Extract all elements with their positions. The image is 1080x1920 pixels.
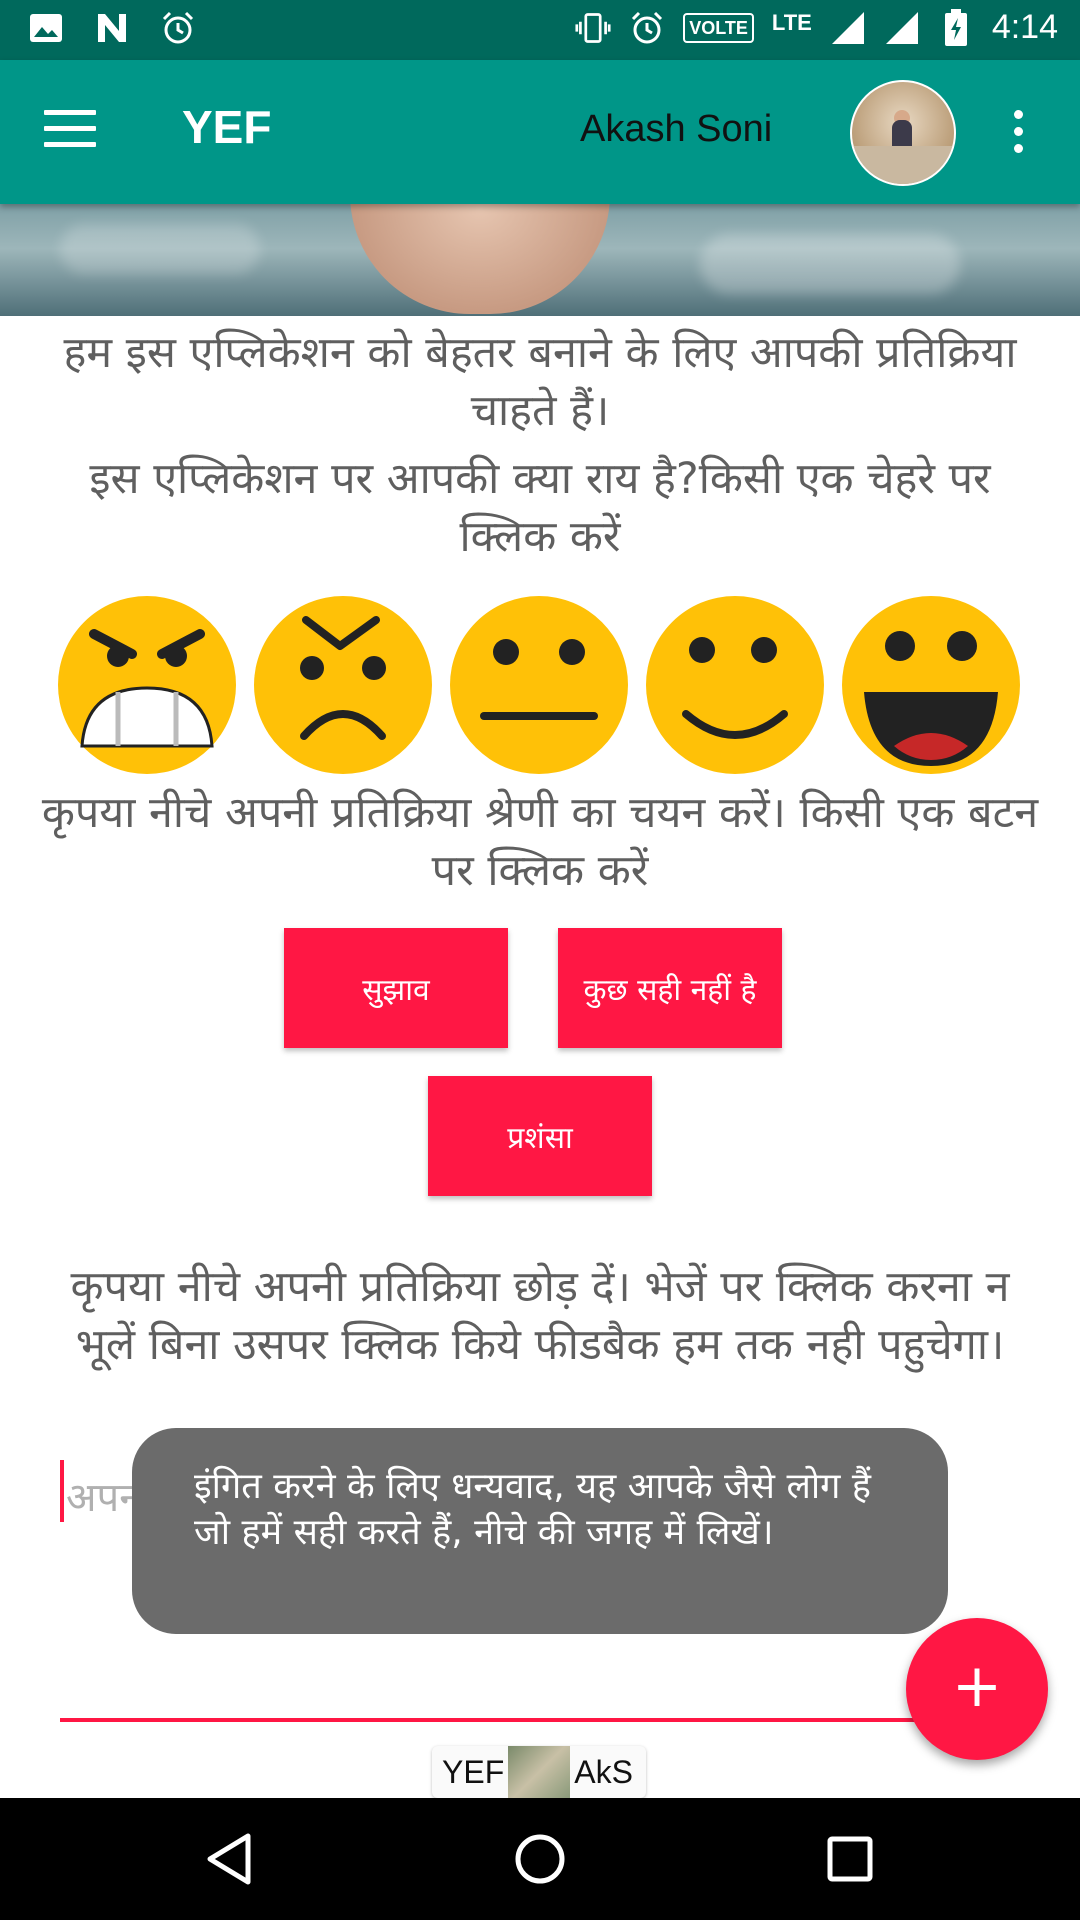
user-name: Akash Soni — [580, 108, 773, 150]
suggestion-button[interactable]: सुझाव — [284, 928, 508, 1048]
home-icon[interactable] — [505, 1824, 575, 1894]
neutral-face-icon[interactable] — [450, 596, 628, 774]
vibrate-icon — [575, 10, 611, 46]
rating-faces — [58, 596, 1028, 776]
praise-button[interactable]: प्रशंसा — [428, 1076, 652, 1196]
toast-message: इंगित करने के लिए धन्यवाद, यह आपके जैसे … — [132, 1428, 948, 1634]
question-text: इस एप्लिकेशन पर आपकी क्या राय है?किसी एक… — [89, 454, 991, 562]
very-angry-face-icon[interactable] — [58, 596, 236, 774]
clock: 4:14 — [991, 8, 1058, 46]
plus-icon: + — [951, 1651, 1003, 1721]
footer-chip-left: YEF — [442, 1753, 505, 1790]
battery-charging-icon — [938, 8, 974, 46]
alarm-icon — [629, 10, 665, 46]
something-wrong-button[interactable]: कुछ सही नहीं है — [558, 928, 782, 1048]
network-type: LTE — [771, 9, 812, 35]
back-icon[interactable] — [196, 1824, 266, 1894]
navigation-bar — [0, 1798, 1080, 1920]
app-title: YEF — [182, 101, 272, 153]
toast-text: इंगित करने के लिए धन्यवाद, यह आपके जैसे … — [194, 1466, 872, 1553]
alarm-icon — [160, 10, 196, 46]
more-vert-icon[interactable] — [1012, 110, 1024, 154]
banner-image — [0, 204, 1080, 316]
footer-chip-right: AkS — [574, 1753, 633, 1790]
add-fab-button[interactable]: + — [906, 1618, 1048, 1760]
app-bar: YEF Akash Soni — [0, 60, 1080, 204]
avatar[interactable] — [850, 80, 956, 186]
intro-text: हम इस एप्लिकेशन को बेहतर बनाने के लिए आप… — [63, 328, 1017, 436]
text-cursor — [60, 1460, 64, 1522]
signal-icon — [830, 10, 866, 46]
category-prompt: कृपया नीचे अपनी प्रतिक्रिया श्रेणी का चय… — [41, 788, 1039, 896]
footer-photo — [508, 1746, 571, 1798]
recents-icon[interactable] — [815, 1824, 885, 1894]
happy-face-icon[interactable] — [646, 596, 824, 774]
volte-badge: VOLTE — [683, 12, 754, 43]
signal-icon — [884, 10, 920, 46]
status-bar: VOLTE LTE 4:14 — [0, 0, 1080, 60]
angry-face-icon[interactable] — [254, 596, 432, 774]
menu-icon[interactable] — [44, 110, 96, 150]
feedback-input-underline — [60, 1718, 930, 1722]
image-icon — [28, 10, 64, 46]
n-icon — [94, 10, 130, 46]
very-happy-face-icon[interactable] — [842, 596, 1020, 774]
footer-chip: YEF AkS — [432, 1746, 646, 1798]
leave-feedback-prompt: कृपया नीचे अपनी प्रतिक्रिया छोड़ दें। भे… — [70, 1262, 1010, 1370]
